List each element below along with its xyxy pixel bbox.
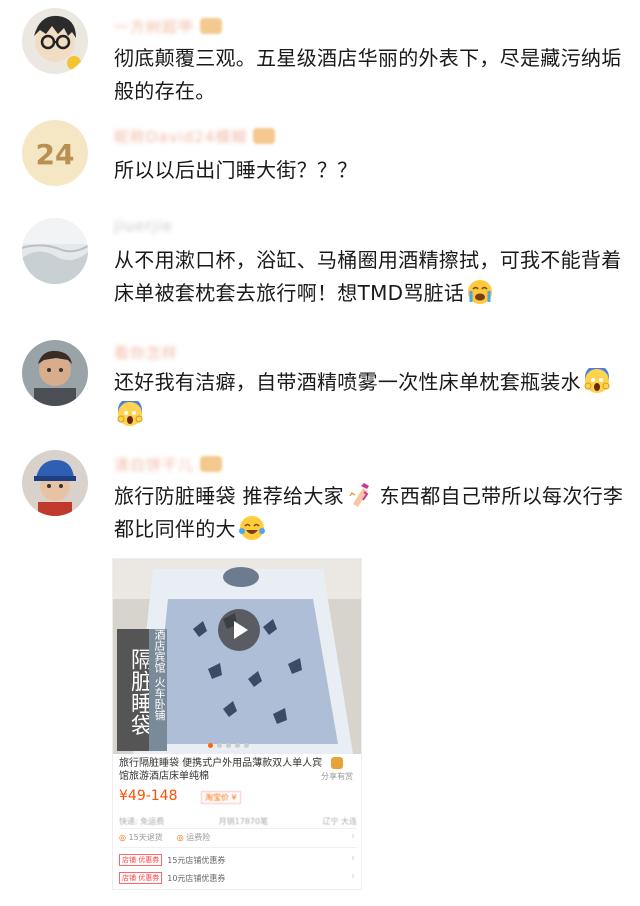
- product-image[interactable]: 隔脏睡袋 酒店宾馆 火车卧铺: [113, 559, 361, 754]
- play-icon: [234, 621, 248, 639]
- vip-badge-icon: [200, 456, 223, 472]
- username[interactable]: jiuerjie: [114, 217, 173, 235]
- comment-text: 从不用漱口杯，浴缸、马桶圈用酒精擦拭，可我不能背着床单被套枕套去旅行啊！想TMD…: [114, 244, 624, 310]
- comment-text-content: 旅行防脏睡袋 推荐给大家: [114, 484, 344, 508]
- comment-text: 所以以后出门睡大街？？？: [114, 158, 358, 182]
- product-banner-sub: 酒店宾馆 火车卧铺: [149, 629, 167, 751]
- coupon-text: 15元店铺优惠券: [167, 855, 226, 865]
- price-tag: 淘宝价 ¥: [201, 791, 241, 804]
- screaming-face-emoji-icon: [584, 368, 610, 394]
- username[interactable]: 清白饼干儿: [114, 454, 194, 475]
- coupon-text: 10元店铺优惠券: [167, 873, 226, 883]
- avatar[interactable]: [22, 450, 88, 516]
- shipping-info: 快递: 免运费: [119, 817, 165, 826]
- crying-face-emoji-icon: [467, 279, 493, 305]
- product-meta: 快递: 免运费 月销17870笔 辽宁 大连: [119, 816, 357, 827]
- comment-text-content: 从不用漱口杯，浴缸、马桶圈用酒精擦拭，可我不能背着床单被套枕套去旅行啊！想TMD…: [114, 248, 622, 305]
- share-reward-button[interactable]: 分享有赏: [319, 757, 355, 782]
- comment-text: 旅行防脏睡袋 推荐给大家 东西都自己带所以每次行李都比同伴的大: [114, 480, 624, 546]
- service-item: 运费险: [177, 832, 210, 843]
- vip-badge-icon: [253, 128, 276, 144]
- avatar-text: 24: [36, 138, 75, 171]
- username[interactable]: 看你怎样: [114, 342, 178, 363]
- service-row[interactable]: 15天退货 运费险: [119, 832, 357, 843]
- chevron-right-icon[interactable]: ›: [351, 831, 355, 842]
- carousel-dots: [208, 743, 249, 748]
- username[interactable]: 昵称David24模糊: [114, 126, 247, 147]
- coupon-tag: 店铺 优惠券: [119, 872, 163, 884]
- nail-polish-emoji-icon: [347, 482, 373, 508]
- avatar[interactable]: [22, 340, 88, 406]
- play-video-button[interactable]: [218, 609, 260, 651]
- money-bag-icon: [331, 757, 343, 769]
- laughing-tears-emoji-icon: [238, 515, 265, 541]
- comment-text: 彻底颠覆三观。五星级酒店华丽的外表下，尽是藏污纳垢般的存在。: [114, 46, 622, 103]
- screaming-face-emoji-icon: [117, 401, 143, 427]
- monthly-sales: 月销17870笔: [218, 817, 269, 826]
- product-card[interactable]: 隔脏睡袋 酒店宾馆 火车卧铺 旅行隔脏睡袋 便携式户外用品薄款双人单人宾馆旅游酒…: [112, 558, 362, 890]
- comment-text: 还好我有洁癖，自带酒精喷雾一次性床单枕套瓶装水: [114, 366, 624, 432]
- avatar[interactable]: [22, 8, 88, 74]
- coupon-row[interactable]: 店铺 优惠券 15元店铺优惠券: [119, 854, 225, 866]
- product-banner-label: 隔脏睡袋: [117, 629, 153, 751]
- comment-text-content: 还好我有洁癖，自带酒精喷雾一次性床单枕套瓶装水: [114, 370, 581, 394]
- service-item: 15天退货: [119, 832, 163, 843]
- avatar[interactable]: 24: [22, 120, 88, 186]
- divider: [119, 847, 357, 848]
- coupon-row[interactable]: 店铺 优惠券 10元店铺优惠券: [119, 872, 225, 884]
- product-title[interactable]: 旅行隔脏睡袋 便携式户外用品薄款双人单人宾馆旅游酒店床单纯棉: [119, 757, 324, 783]
- location: 辽宁 大连: [322, 817, 357, 826]
- divider: [119, 828, 357, 829]
- product-price: ¥49-148: [119, 788, 178, 804]
- chevron-right-icon[interactable]: ›: [351, 871, 355, 882]
- avatar[interactable]: [22, 218, 88, 284]
- username[interactable]: 一方树超甲: [114, 16, 194, 37]
- vip-badge-icon: [200, 18, 223, 34]
- chevron-right-icon[interactable]: ›: [351, 853, 355, 864]
- share-label: 分享有赏: [321, 772, 353, 781]
- coupon-tag: 店铺 优惠券: [119, 854, 163, 866]
